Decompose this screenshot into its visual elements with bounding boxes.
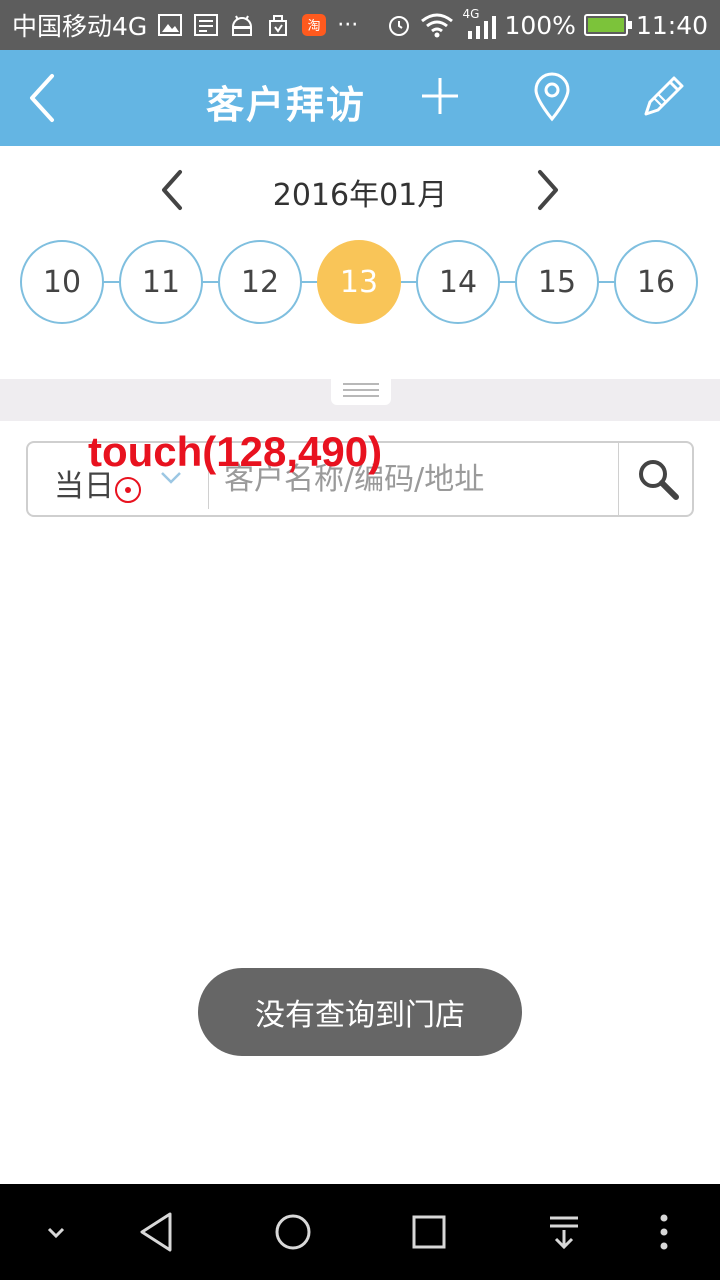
navigation-bar — [0, 1184, 720, 1280]
clock: 11:40 — [635, 10, 708, 40]
search-icon — [639, 460, 679, 500]
touch-annotation-label: touch(128,490) — [88, 428, 383, 475]
status-system-icons: 4G 100% 11:40 — [386, 7, 708, 40]
drag-handle[interactable] — [331, 379, 391, 405]
carrier-label: 中国移动4G — [12, 12, 148, 41]
home-circle-icon[interactable] — [269, 1208, 317, 1256]
toast-message: 没有查询到门店 — [198, 968, 522, 1056]
location-icon[interactable] — [532, 72, 572, 122]
image-icon — [158, 14, 183, 36]
signal-icon — [468, 16, 497, 39]
message-icon — [194, 14, 219, 36]
android-icon — [232, 15, 253, 36]
day-16[interactable]: 16 — [614, 240, 698, 324]
day-12[interactable]: 12 — [218, 240, 302, 324]
month-selector: 2016年01月 — [0, 146, 720, 232]
day-15[interactable]: 15 — [515, 240, 599, 324]
svg-text:淘: 淘 — [308, 19, 321, 34]
search-divider — [618, 443, 619, 515]
collapse-icon[interactable] — [32, 1208, 80, 1256]
back-triangle-icon[interactable] — [134, 1208, 182, 1256]
month-label: 2016年01月 — [272, 178, 448, 213]
touch-marker-dot — [125, 487, 131, 493]
page-title: 客户拜访 — [206, 83, 367, 127]
search-button[interactable] — [620, 443, 694, 515]
taobao-icon: 淘 — [302, 14, 327, 36]
day-14[interactable]: 14 — [416, 240, 500, 324]
battery-percent: 100% — [504, 10, 576, 40]
alarm-icon — [389, 16, 410, 36]
status-notification-icons: 淘 ··· — [157, 13, 358, 38]
day-13-selected[interactable]: 13 — [317, 240, 401, 324]
menu-dots-icon[interactable] — [640, 1208, 688, 1256]
wifi-icon — [421, 13, 454, 38]
day-10[interactable]: 10 — [20, 240, 104, 324]
back-icon[interactable] — [22, 70, 62, 126]
status-bar: 中国移动4G 淘 ··· 4G 100% 11:40 — [0, 0, 720, 50]
more-notifications-label: ··· — [337, 12, 359, 38]
signal-indicator: 4G — [462, 7, 497, 39]
day-strip: 10 11 12 13 14 15 16 — [20, 238, 700, 326]
recents-square-icon[interactable] — [405, 1208, 453, 1256]
next-month-chevron-icon[interactable] — [532, 168, 564, 212]
add-icon[interactable] — [418, 74, 462, 118]
day-11[interactable]: 11 — [119, 240, 203, 324]
title-bar: 客户拜访 — [0, 50, 720, 146]
cleaner-icon — [269, 15, 288, 36]
edit-icon[interactable] — [638, 72, 688, 122]
battery-icon — [583, 14, 632, 36]
screen: 中国移动4G 淘 ··· 4G 100% 11:40 客户拜访 2016年01月… — [0, 0, 720, 1280]
notification-pull-icon[interactable] — [540, 1208, 588, 1256]
